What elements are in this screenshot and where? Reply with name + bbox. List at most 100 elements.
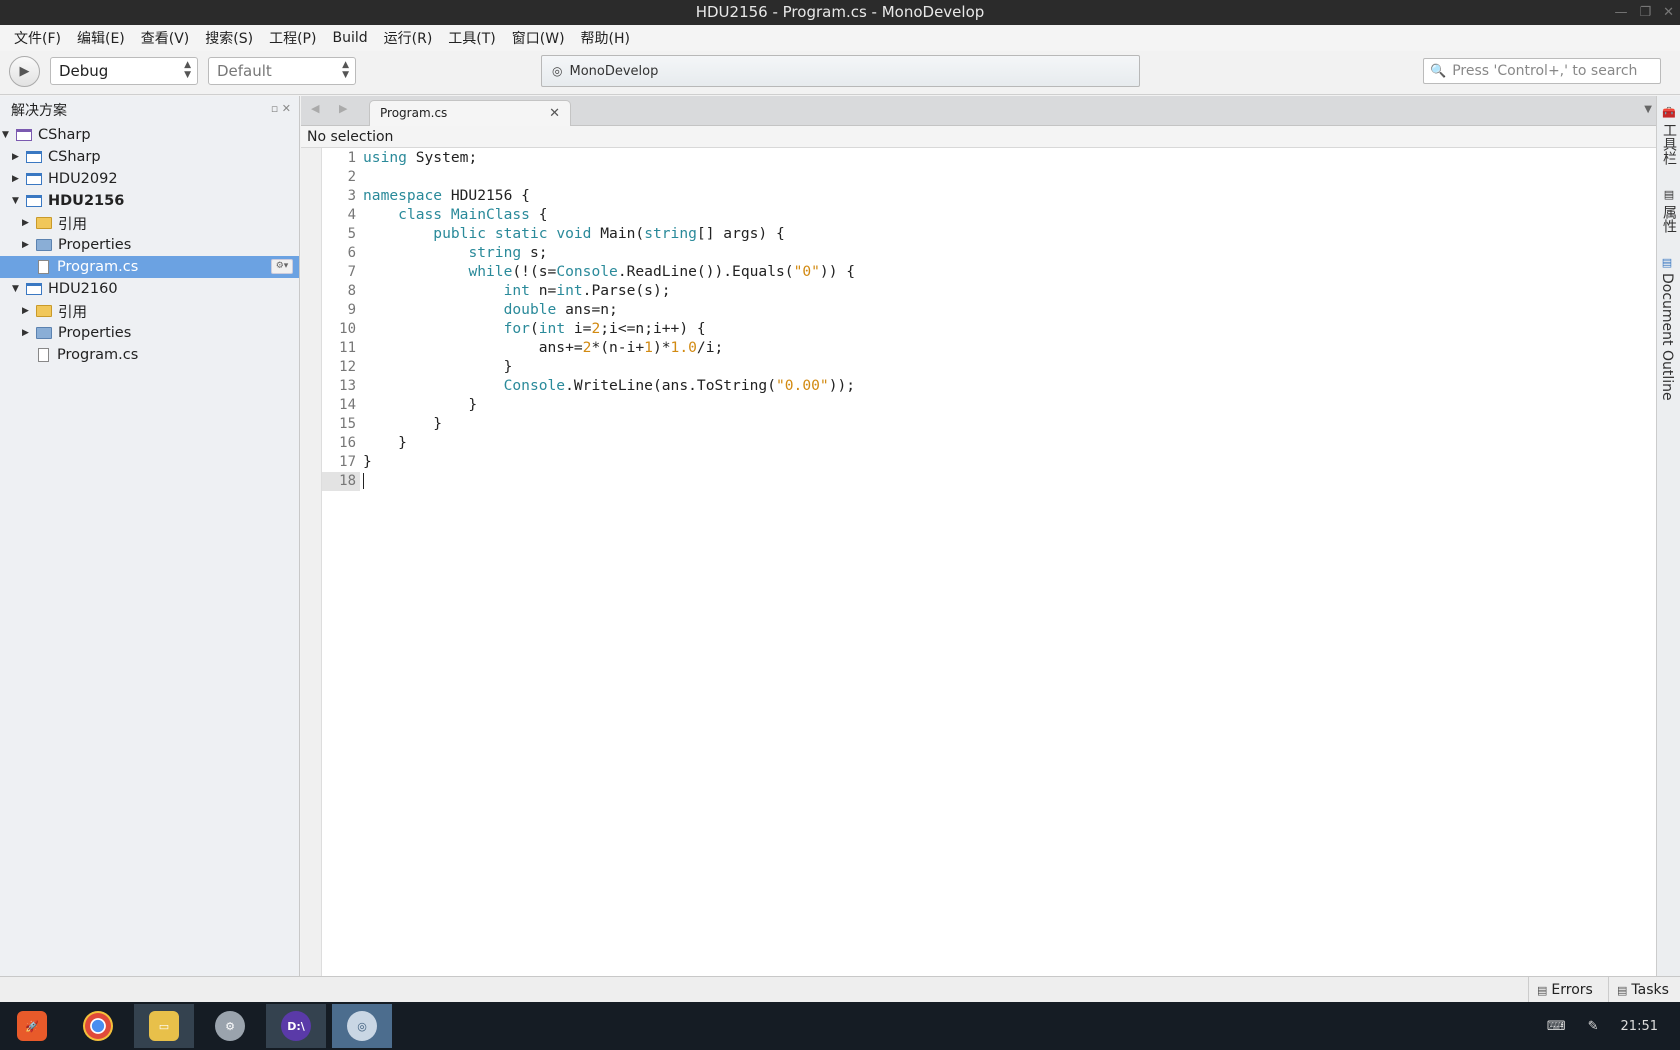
properties-folder-icon [36,327,52,339]
menu-window[interactable]: 窗口(W) [504,28,573,48]
line-number: 6 [347,245,356,261]
code-line[interactable]: 2 [322,167,855,186]
menu-run[interactable]: 运行(R) [376,28,441,48]
path-bar[interactable]: No selection [301,126,1656,148]
expander-open-icon[interactable]: ▼ [10,196,21,206]
solution-pad-header: 解决方案 ▫ ✕ [0,96,299,124]
code-line[interactable]: 8 int n=int.Parse(s); [322,281,855,300]
clock[interactable]: 21:51 [1621,1019,1658,1034]
expander-closed-icon[interactable]: ▶ [20,306,31,316]
code-line[interactable]: 11 ans+=2*(n-i+1)*1.0/i; [322,338,855,357]
code-editor[interactable]: 1 using System; 2 3 namespace HDU2156 {4 cla… [301,148,1656,976]
code-text: ans+=2*(n-i+1)*1.0/i; [363,339,724,356]
document-outline-pad-tab[interactable]: ▤ Document Outline [1659,256,1675,401]
menu-search[interactable]: 搜索(S) [197,28,261,48]
tree-item-project-hdu2092[interactable]: ▶ HDU2092 [0,168,299,190]
close-tab-icon[interactable]: ✕ [549,101,560,126]
play-icon: ▶ [19,64,30,79]
tree-item-references[interactable]: ▶ 引用 [0,300,299,322]
code-lines[interactable]: 1 using System; 2 3 namespace HDU2156 {4 cla… [322,148,856,491]
properties-folder-icon [36,239,52,251]
maximize-button[interactable]: ❐ [1639,0,1651,25]
code-line[interactable]: 6 string s; [322,243,855,262]
tree-item-program-cs[interactable]: Program.cs [0,344,299,366]
code-line[interactable]: 3 namespace HDU2156 { [322,186,855,205]
code-line[interactable]: 1 using System; [322,148,855,167]
tasks-pad-button[interactable]: ▤ Tasks [1608,977,1677,1003]
menu-build[interactable]: Build [324,30,375,46]
tree-item-properties[interactable]: ▶ Properties [0,234,299,256]
taskbar-monodevelop[interactable]: ◎ [332,1004,392,1048]
project-icon [26,283,42,295]
code-text: } [363,415,443,432]
expander-open-icon[interactable]: ▼ [0,130,11,140]
line-number: 13 [339,378,356,394]
menu-view[interactable]: 查看(V) [133,28,198,48]
code-line[interactable]: 16 } [322,433,855,452]
minimize-button[interactable]: — [1614,0,1627,25]
line-number: 10 [339,321,356,337]
expander-closed-icon[interactable]: ▶ [20,240,31,250]
solution-icon [16,129,32,141]
toolbox-pad-tab[interactable]: 🧰 工具栏 [1659,106,1679,165]
taskbar-terminal[interactable]: D:\ [266,1004,326,1048]
menu-help[interactable]: 帮助(H) [573,28,638,48]
expander-closed-icon[interactable]: ▶ [10,152,21,162]
code-line[interactable]: 5 public static void Main(string[] args)… [322,224,855,243]
taskbar-settings[interactable]: ⚙ [200,1004,260,1048]
keyboard-icon[interactable]: ⌨ [1547,1019,1566,1034]
code-text: string s; [468,244,548,261]
menu-project[interactable]: 工程(P) [261,28,324,48]
tree-item-project-hdu2160[interactable]: ▼ HDU2160 [0,278,299,300]
properties-pad-tab[interactable]: ▤ 属性 [1659,188,1679,233]
expander-closed-icon[interactable]: ▶ [10,174,21,184]
tree-item-properties[interactable]: ▶ Properties [0,322,299,344]
tab-program-cs[interactable]: Program.cs ✕ [369,100,571,127]
errors-pad-button[interactable]: ▤ Errors [1528,977,1601,1003]
code-line[interactable]: 10 for(int i=2;i<=n;i++) { [322,319,855,338]
tab-list-dropdown-icon[interactable]: ▼ [1644,104,1652,115]
code-line[interactable]: 9 double ans=n; [322,300,855,319]
taskbar-chrome[interactable] [68,1004,128,1048]
code-text: public static void Main(string[] args) { [433,225,785,242]
tree-item-project-hdu2156[interactable]: ▼ HDU2156 [0,190,299,212]
code-line[interactable]: 12 } [322,357,855,376]
tab-forward-icon[interactable]: ▶ [339,102,347,115]
menu-file[interactable]: 文件(F) [6,28,69,48]
taskbar-launcher[interactable]: 🚀 [2,1004,62,1048]
errors-icon: ▤ [1537,984,1548,997]
gear-icon[interactable]: ⚙▾ [271,259,293,274]
text-cursor [363,473,364,489]
status-area: ◎ MonoDevelop [541,55,1140,87]
line-number: 5 [347,226,356,242]
tree-item-references[interactable]: ▶ 引用 [0,212,299,234]
tasks-icon: ▤ [1617,984,1628,997]
solution-pad: 解决方案 ▫ ✕ ▼ CSharp ▶ CSharp ▶ HDU2092 ▼ H… [0,96,300,976]
close-window-button[interactable]: ✕ [1663,0,1674,25]
tree-item-solution-csharp[interactable]: ▼ CSharp [0,124,299,146]
expander-open-icon[interactable]: ▼ [10,284,21,294]
monodevelop-status-icon: ◎ [552,64,563,78]
tree-item-program-cs-selected[interactable]: Program.cs ⚙▾ [0,256,299,278]
tree-item-label: Properties [58,325,132,341]
expander-closed-icon[interactable]: ▶ [20,328,31,338]
platform-select[interactable]: Default ▲ ▼ [208,57,356,85]
code-line[interactable]: 13 Console.WriteLine(ans.ToString("0.00"… [322,376,855,395]
menu-tools[interactable]: 工具(T) [440,28,503,48]
menu-edit[interactable]: 编辑(E) [69,28,133,48]
pen-icon[interactable]: ✎ [1588,1019,1599,1034]
code-line[interactable]: 18 [322,471,855,491]
code-line[interactable]: 15 } [322,414,855,433]
code-line[interactable]: 7 while(!(s=Console.ReadLine()).Equals("… [322,262,856,281]
pad-controls[interactable]: ▫ ✕ [271,102,291,115]
tree-item-project-csharp[interactable]: ▶ CSharp [0,146,299,168]
search-input[interactable]: 🔍 Press 'Control+,' to search [1423,58,1661,84]
expander-closed-icon[interactable]: ▶ [20,218,31,228]
run-button[interactable]: ▶ [9,56,40,87]
taskbar-file-manager[interactable]: ▭ [134,1004,194,1048]
code-line[interactable]: 4 class MainClass { [322,205,855,224]
configuration-select[interactable]: Debug ▲ ▼ [50,57,198,85]
code-line[interactable]: 14 } [322,395,855,414]
code-line[interactable]: 17} [322,452,855,471]
tab-back-icon[interactable]: ◀ [311,102,319,115]
